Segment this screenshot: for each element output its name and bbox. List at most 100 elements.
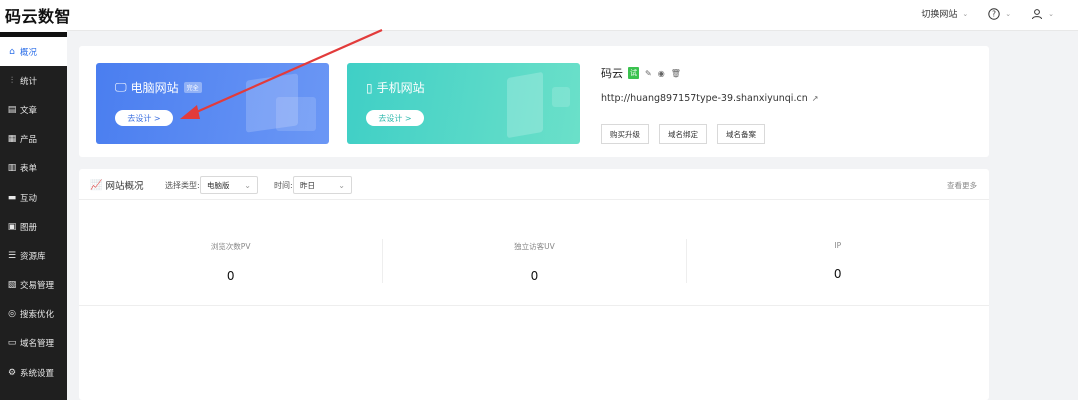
sidebar-item-label: 系统设置 bbox=[20, 368, 55, 379]
pc-site-banner[interactable]: 🖵 电脑网站 完全 去设计 > bbox=[96, 63, 329, 144]
delete-icon[interactable]: 🗑 bbox=[671, 69, 681, 78]
gallery-icon: ▣ bbox=[7, 221, 17, 232]
trade-icon: ▧ bbox=[7, 280, 17, 291]
seo-icon: ◎ bbox=[8, 309, 16, 320]
domain-icon: ▭ bbox=[7, 338, 17, 349]
sidebar-item-seo[interactable]: ◎ 搜索优化 bbox=[0, 300, 67, 329]
svg-text:?: ? bbox=[992, 9, 996, 18]
domain-bind-button[interactable]: 域名绑定 bbox=[659, 124, 707, 144]
mobile-banner-title: ▯ 手机网站 bbox=[366, 79, 425, 96]
sidebar-item-label: 互动 bbox=[20, 193, 38, 204]
sidebar-item-stats[interactable]: ⫶ 统计 bbox=[0, 66, 67, 95]
sidebar-item-settings[interactable]: ⚙ 系统设置 bbox=[0, 358, 67, 387]
type-select[interactable]: 电脑版 ⌄ bbox=[200, 176, 258, 194]
sidebar-item-forms[interactable]: ▥ 表单 bbox=[0, 154, 67, 183]
stat-value: 0 bbox=[226, 269, 235, 283]
type-select-value: 电脑版 bbox=[207, 180, 230, 190]
overview-title: 📈 网站概况 bbox=[90, 178, 144, 193]
switch-site-dropdown[interactable]: 切换网站 ⌄ bbox=[921, 7, 969, 21]
mobile-design-button[interactable]: 去设计 > bbox=[366, 110, 424, 126]
view-more-link[interactable]: 查看更多 bbox=[947, 180, 977, 191]
mobile-illustration-panel bbox=[552, 87, 570, 107]
chart-icon: 📈 bbox=[90, 179, 103, 191]
sidebar-item-gallery[interactable]: ▣ 图册 bbox=[0, 212, 67, 241]
stats-row: 浏览次数PV 0 独立访客UV 0 IP 0 bbox=[79, 239, 989, 283]
database-icon: ☰ bbox=[7, 250, 17, 261]
chevron-down-icon: ⌄ bbox=[962, 9, 969, 18]
stat-label: IP bbox=[834, 241, 842, 250]
home-icon: ⌂ bbox=[9, 46, 15, 57]
site-name: 码云 bbox=[601, 67, 623, 80]
stat-uv: 独立访客UV 0 bbox=[382, 239, 685, 283]
sidebar-item-label: 表单 bbox=[20, 164, 38, 175]
mobile-banner-title-text: 手机网站 bbox=[376, 81, 425, 95]
external-link-icon[interactable]: ↗ bbox=[812, 94, 819, 103]
product-icon: ▦ bbox=[7, 134, 17, 145]
trial-badge: 试 bbox=[628, 67, 639, 79]
monitor-icon: 🖵 bbox=[115, 80, 127, 94]
chevron-down-icon: ⌄ bbox=[1048, 9, 1054, 18]
sidebar-item-domains[interactable]: ▭ 域名管理 bbox=[0, 329, 67, 358]
pc-banner-title: 🖵 电脑网站 完全 bbox=[115, 79, 202, 96]
sidebar-item-label: 统计 bbox=[20, 76, 38, 87]
sidebar-item-label: 资源库 bbox=[20, 251, 46, 262]
logo: 码云数智 bbox=[5, 7, 72, 26]
sidebar-item-articles[interactable]: ▤ 文章 bbox=[0, 95, 67, 124]
sidebar-item-label: 搜索优化 bbox=[20, 310, 55, 321]
mobile-illustration bbox=[507, 71, 543, 139]
site-url[interactable]: http://huang897157type-39.shanxiyunqi.cn bbox=[601, 93, 808, 104]
overview-title-text: 网站概况 bbox=[105, 181, 144, 192]
edit-icon[interactable]: ✎ bbox=[645, 69, 652, 78]
site-card: 🖵 电脑网站 完全 去设计 > ▯ 手机网站 去设计 > 码云 试 ✎ ◉ 🗑 … bbox=[79, 46, 989, 157]
upgrade-button[interactable]: 购买升级 bbox=[601, 124, 649, 144]
mobile-site-banner[interactable]: ▯ 手机网站 去设计 > bbox=[347, 63, 580, 144]
header-actions: 切换网站 ⌄ ? ⌄ ⌄ bbox=[901, 7, 1054, 20]
domain-filing-button[interactable]: 域名备案 bbox=[717, 124, 765, 144]
sidebar-item-label: 文章 bbox=[20, 105, 38, 116]
time-label: 时间: bbox=[274, 181, 293, 190]
stat-pv: 浏览次数PV 0 bbox=[79, 239, 382, 283]
stat-ip: IP 0 bbox=[685, 239, 989, 283]
overview-divider bbox=[79, 305, 989, 306]
site-actions: 购买升级 域名绑定 域名备案 bbox=[601, 124, 961, 144]
sidebar-item-label: 图册 bbox=[20, 222, 38, 233]
sidebar-item-interaction[interactable]: ▬ 互动 bbox=[0, 183, 67, 212]
help-dropdown[interactable]: ? ⌄ bbox=[988, 7, 1012, 20]
stat-value: 0 bbox=[530, 269, 539, 283]
pc-design-button[interactable]: 去设计 > bbox=[115, 110, 173, 126]
overview-header: 📈 网站概况 选择类型: 电脑版 ⌄ 时间: 昨日 ⌄ 查看更多 bbox=[79, 169, 989, 200]
user-icon bbox=[1032, 8, 1043, 19]
sidebar-item-label: 概况 bbox=[20, 47, 38, 58]
site-url-row: http://huang897157type-39.shanxiyunqi.cn… bbox=[601, 93, 961, 104]
time-select[interactable]: 昨日 ⌄ bbox=[293, 176, 352, 194]
top-header: 切换网站 ⌄ ? ⌄ ⌄ bbox=[0, 0, 1078, 31]
user-dropdown[interactable]: ⌄ bbox=[1031, 8, 1054, 20]
sidebar-item-products[interactable]: ▦ 产品 bbox=[0, 125, 67, 154]
chevron-down-icon: ⌄ bbox=[338, 180, 345, 190]
overview-card: 📈 网站概况 选择类型: 电脑版 ⌄ 时间: 昨日 ⌄ 查看更多 浏览次数PV … bbox=[79, 169, 989, 400]
preview-icon[interactable]: ◉ bbox=[658, 69, 665, 78]
form-icon: ▥ bbox=[7, 163, 17, 174]
sidebar-item-overview[interactable]: ⌂ 概况 bbox=[0, 37, 67, 67]
chevron-down-icon: ⌄ bbox=[1005, 9, 1012, 18]
site-name-row: 码云 试 ✎ ◉ 🗑 bbox=[601, 65, 961, 81]
sidebar-item-label: 产品 bbox=[20, 135, 38, 146]
pc-banner-title-text: 电脑网站 bbox=[130, 81, 179, 95]
sidebar-item-resources[interactable]: ☰ 资源库 bbox=[0, 241, 67, 270]
logo-area: 码云数智 bbox=[0, 0, 71, 37]
pc-badge: 完全 bbox=[183, 82, 202, 93]
sidebar-item-trade[interactable]: ▧ 交易管理 bbox=[0, 271, 67, 300]
logo-strip bbox=[0, 32, 67, 37]
stats-icon: ⫶ bbox=[10, 75, 14, 86]
gear-icon: ⚙ bbox=[7, 367, 17, 378]
switch-site-label: 切换网站 bbox=[921, 10, 958, 20]
article-icon: ▤ bbox=[7, 104, 17, 115]
sidebar-item-label: 交易管理 bbox=[20, 281, 55, 292]
site-info: 码云 试 ✎ ◉ 🗑 http://huang897157type-39.sha… bbox=[601, 65, 961, 144]
phone-icon: ▯ bbox=[366, 80, 373, 95]
time-select-value: 昨日 bbox=[300, 180, 315, 190]
sidebar: ⌂ 概况 ⫶ 统计 ▤ 文章 ▦ 产品 ▥ 表单 ▬ 互动 ▣ 图册 ☰ 资源库… bbox=[0, 37, 67, 400]
stat-label: 浏览次数PV bbox=[210, 242, 251, 251]
sidebar-item-label: 域名管理 bbox=[20, 339, 55, 350]
question-icon: ? bbox=[988, 7, 1000, 20]
